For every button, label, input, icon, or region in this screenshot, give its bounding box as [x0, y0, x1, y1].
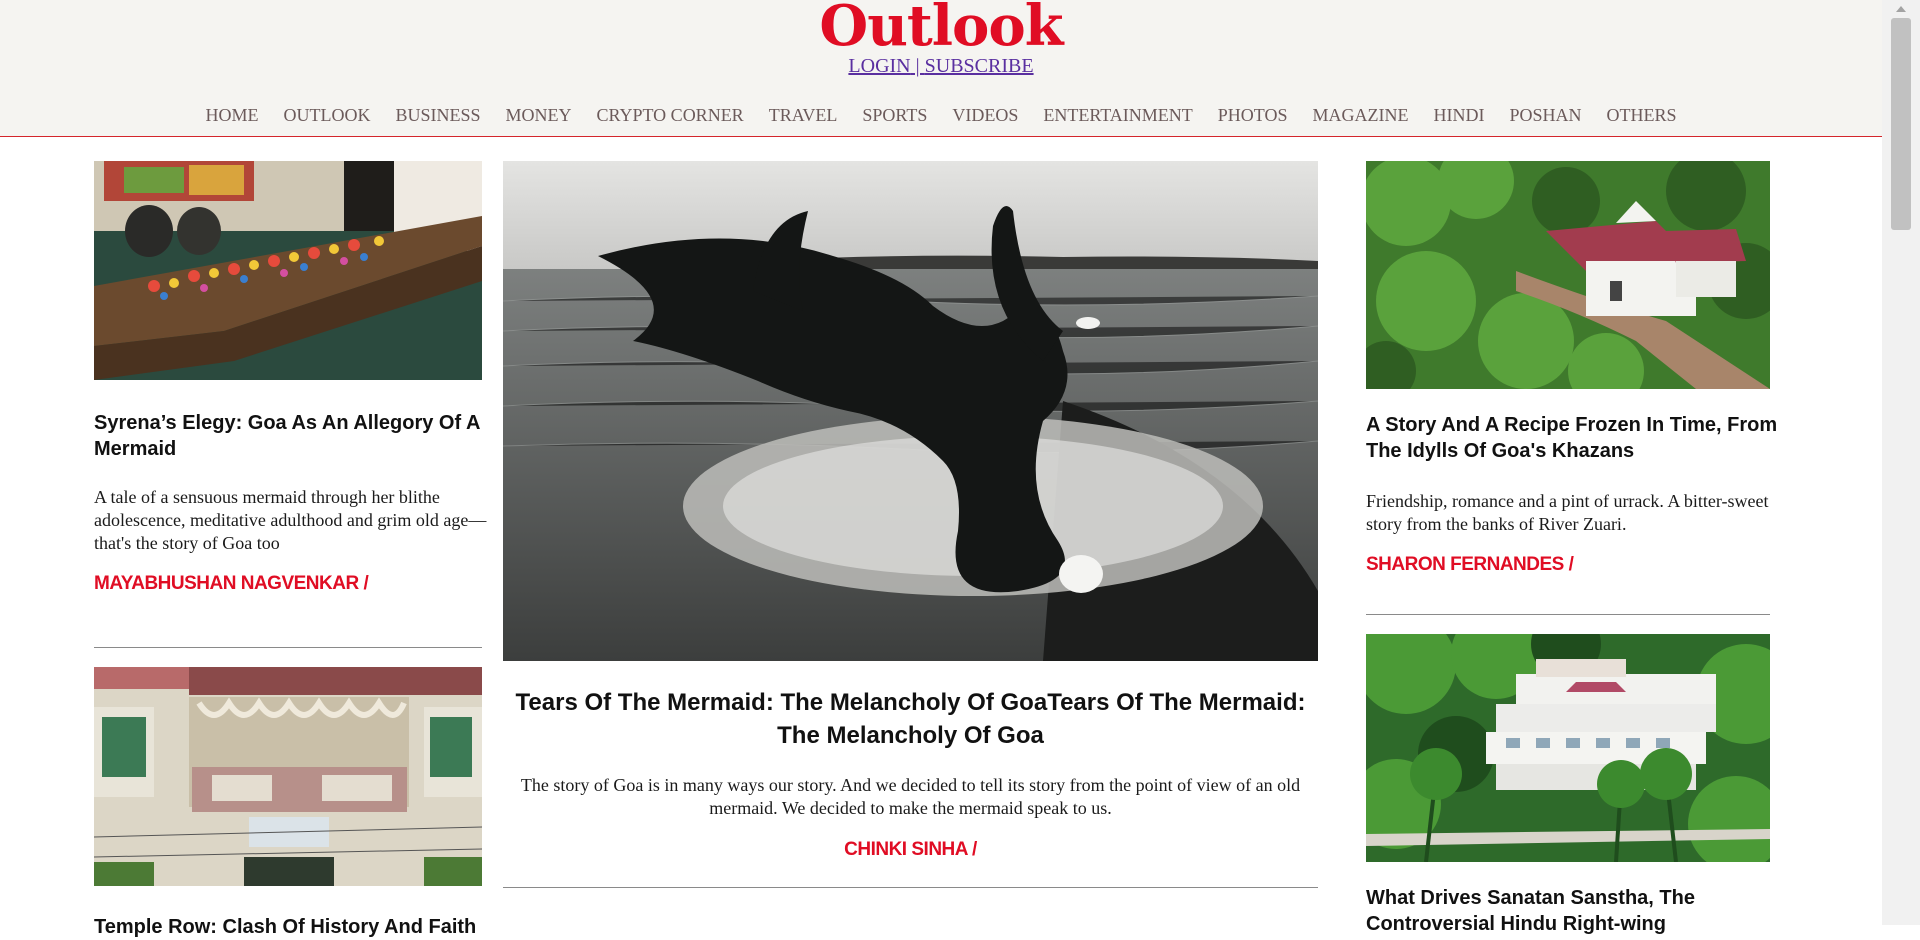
article-summary: A tale of a sensuous mermaid through her… — [94, 487, 487, 553]
scroll-up-arrow-icon[interactable] — [1896, 6, 1906, 12]
auth-separator: | — [910, 55, 925, 77]
nav-poshan[interactable]: POSHAN — [1509, 104, 1581, 126]
nav-others[interactable]: OTHERS — [1607, 104, 1677, 126]
article-headline[interactable]: Temple Row: Clash Of History And Faith — [94, 914, 486, 940]
auth-links: LOGIN | SUBSCRIBE — [0, 54, 1882, 78]
chapel-aerial-image[interactable] — [1366, 161, 1770, 389]
author-byline[interactable]: MAYABHUSHAN NAGVENKAR / — [94, 573, 369, 595]
nav-outlook[interactable]: OUTLOOK — [283, 104, 370, 126]
divider — [503, 887, 1318, 888]
article-headline[interactable]: Syrena’s Elegy: Goa As An Allegory Of A … — [94, 410, 486, 462]
hillside-complex-image[interactable] — [1366, 634, 1770, 862]
outlook-logo[interactable]: Outlook — [0, 0, 1882, 58]
temple-building-image[interactable] — [94, 667, 482, 886]
nav-crypto-corner[interactable]: CRYPTO CORNER — [596, 104, 743, 126]
main-nav: HOME OUTLOOK BUSINESS MONEY CRYPTO CORNE… — [0, 104, 1882, 126]
nav-home[interactable]: HOME — [205, 104, 258, 126]
divider — [1366, 614, 1770, 615]
login-link[interactable]: LOGIN — [848, 55, 910, 77]
nav-magazine[interactable]: MAGAZINE — [1312, 104, 1408, 126]
divider — [94, 647, 482, 648]
feature-headline[interactable]: Tears Of The Mermaid: The Melancholy Of … — [503, 686, 1318, 752]
article-summary: Friendship, romance and a pint of urrack… — [1366, 491, 1769, 534]
vertical-scrollbar[interactable] — [1882, 0, 1920, 925]
site-header: Outlook LOGIN | SUBSCRIBE HOME OUTLOOK B… — [0, 0, 1882, 137]
subscribe-link[interactable]: SUBSCRIBE — [925, 55, 1034, 77]
nav-money[interactable]: MONEY — [505, 104, 571, 126]
author-byline[interactable]: CHINKI SINHA / — [503, 839, 1318, 861]
nav-sports[interactable]: SPORTS — [862, 104, 927, 126]
nav-hindi[interactable]: HINDI — [1433, 104, 1484, 126]
nav-photos[interactable]: PHOTOS — [1218, 104, 1288, 126]
article-headline[interactable]: A Story And A Recipe Frozen In Time, Fro… — [1366, 412, 1786, 464]
author-byline[interactable]: SHARON FERNANDES / — [1366, 554, 1574, 576]
nav-business[interactable]: BUSINESS — [395, 104, 480, 126]
nav-entertainment[interactable]: ENTERTAINMENT — [1043, 104, 1192, 126]
nav-videos[interactable]: VIDEOS — [952, 104, 1018, 126]
feature-summary: The story of Goa is in many ways our sto… — [520, 775, 1301, 818]
mermaid-feature-image[interactable] — [503, 161, 1318, 661]
figurines-boat-image[interactable] — [94, 161, 482, 380]
scrollbar-thumb[interactable] — [1891, 18, 1911, 230]
nav-travel[interactable]: TRAVEL — [769, 104, 838, 126]
article-headline[interactable]: What Drives Sanatan Sanstha, The Controv… — [1366, 885, 1786, 937]
